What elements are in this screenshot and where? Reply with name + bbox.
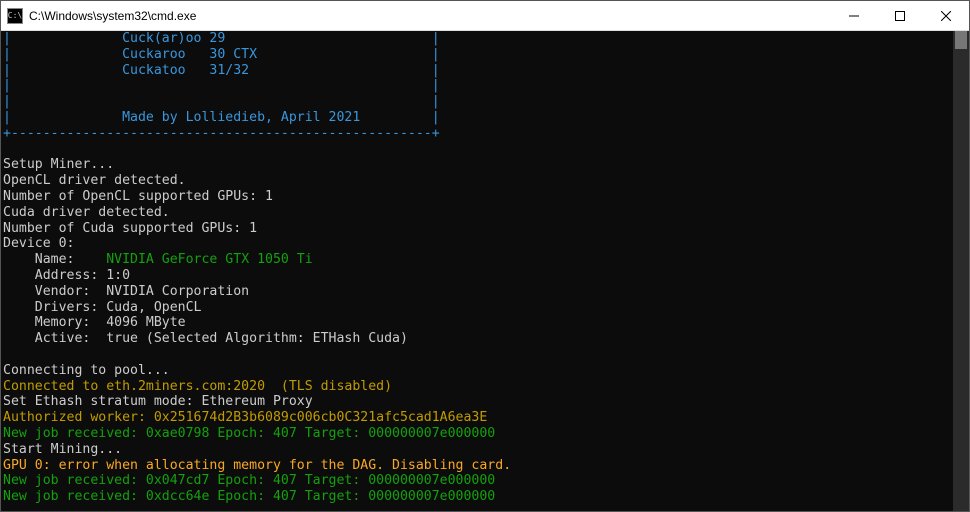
scrollbar-thumb[interactable] [955, 31, 967, 49]
header-line: +---------------------------------------… [3, 126, 440, 141]
header-line: | | [3, 78, 440, 93]
log-line: Memory: 4096 MByte [3, 315, 186, 330]
cmd-window: C:\ C:\Windows\system32\cmd.exe | Cuck(a… [0, 0, 970, 512]
header-line: | Cuckatoo 31/32 | [3, 63, 440, 78]
header-line: | Cuckaroo 30 CTX | [3, 47, 440, 62]
header-line: | Cuck(ar)oo 29 | [3, 31, 440, 46]
log-line: Number of OpenCL supported GPUs: 1 [3, 189, 273, 204]
log-line: Address: 1:0 [3, 268, 130, 283]
log-line: Device 0: [3, 236, 74, 251]
app-icon-wrap: C:\ [1, 8, 29, 24]
log-line: Start Mining... [3, 442, 122, 457]
log-line: Setup Miner... [3, 157, 114, 172]
log-line: Cuda driver detected. [3, 205, 170, 220]
header-line: | | [3, 94, 440, 109]
terminal-output[interactable]: | Cuck(ar)oo 29 | | Cuckaroo 30 CTX | | … [1, 31, 953, 511]
maximize-button[interactable] [877, 1, 923, 31]
log-line-connected: Connected to eth.2miners.com:2020 (TLS d… [3, 379, 392, 394]
log-line: Vendor: NVIDIA Corporation [3, 284, 249, 299]
terminal-client-area: | Cuck(ar)oo 29 | | Cuckaroo 30 CTX | | … [1, 31, 969, 511]
log-line-job: New job received: 0xae0798 Epoch: 407 Ta… [3, 426, 495, 441]
minimize-button[interactable] [831, 1, 877, 31]
window-title: C:\Windows\system32\cmd.exe [29, 9, 196, 23]
vertical-scrollbar[interactable] [953, 31, 969, 511]
log-line-job: New job received: 0x047cd7 Epoch: 407 Ta… [3, 473, 495, 488]
log-line: Drivers: Cuda, OpenCL [3, 300, 202, 315]
log-line: Set Ethash stratum mode: Ethereum Proxy [3, 394, 313, 409]
log-line-error: GPU 0: error when allocating memory for … [3, 458, 511, 473]
titlebar[interactable]: C:\ C:\Windows\system32\cmd.exe [1, 1, 969, 31]
log-line: Active: true (Selected Algorithm: ETHash… [3, 331, 408, 346]
header-line: | Made by Lolliedieb, April 2021 | [3, 110, 440, 125]
log-line-auth: Authorized worker: 0x251674d2B3b6089c006… [3, 410, 487, 425]
log-line-job: New job received: 0xdcc64e Epoch: 407 Ta… [3, 489, 495, 504]
log-line: OpenCL driver detected. [3, 173, 186, 188]
device-name-value: NVIDIA GeForce GTX 1050 Ti [106, 252, 312, 267]
close-button[interactable] [923, 1, 969, 31]
cmd-icon: C:\ [7, 8, 23, 24]
log-line: Connecting to pool... [3, 363, 170, 378]
log-line: Number of Cuda supported GPUs: 1 [3, 221, 257, 236]
device-name-label: Name: [3, 252, 106, 267]
